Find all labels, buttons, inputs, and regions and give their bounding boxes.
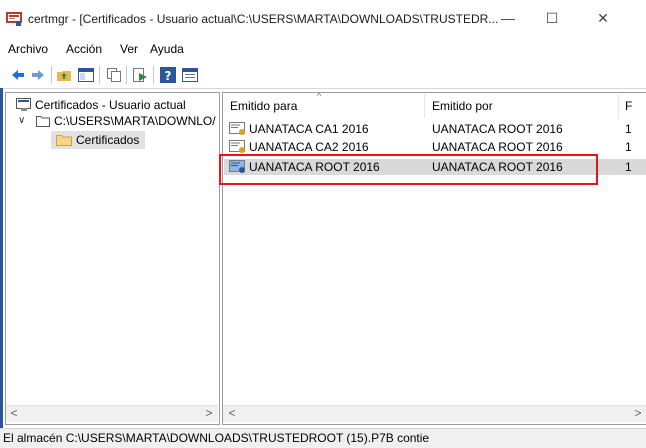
help-icon[interactable]: ? xyxy=(160,67,176,83)
menu-archivo[interactable]: Archivo xyxy=(8,42,48,56)
cell-expiration: 1 xyxy=(625,140,632,154)
forward-arrow-icon[interactable] xyxy=(30,67,46,83)
cell-issued-by: UANATACA ROOT 2016 xyxy=(432,122,563,136)
copy-icon[interactable] xyxy=(106,67,122,83)
table-row[interactable]: UANATACA CA2 2016 UANATACA ROOT 2016 1 xyxy=(224,139,646,155)
column-header-issued-by[interactable]: Emitido por xyxy=(432,94,493,118)
tree-item-certificados[interactable]: Certificados xyxy=(76,133,139,147)
export-icon[interactable] xyxy=(132,67,148,83)
scroll-left-icon[interactable]: < xyxy=(224,405,240,421)
list-hscrollbar[interactable] xyxy=(223,405,646,422)
column-divider[interactable] xyxy=(618,94,619,118)
folder-icon xyxy=(36,116,50,127)
certificate-icon xyxy=(229,122,245,135)
close-button[interactable]: ✕ xyxy=(583,6,623,30)
cell-expiration: 1 xyxy=(625,122,632,136)
toolbar xyxy=(0,62,646,89)
tree-item-store[interactable]: C:\USERS\MARTA\DOWNLO/ xyxy=(54,114,218,128)
cell-expiration: 1 xyxy=(625,160,632,174)
scroll-right-icon[interactable]: > xyxy=(201,405,217,421)
cell-issued-to: UANATACA CA1 2016 xyxy=(249,122,369,136)
certmgr-app-icon xyxy=(6,12,22,26)
toolbar-separator xyxy=(126,66,127,84)
chevron-down-icon[interactable]: ∨ xyxy=(18,115,25,126)
menu-ayuda[interactable]: Ayuda xyxy=(150,42,184,56)
column-header-expiration[interactable]: F xyxy=(625,94,632,118)
status-text: El almacén C:\USERS\MARTA\DOWNLOADS\TRUS… xyxy=(3,431,430,445)
toolbar-separator xyxy=(153,66,154,84)
show-tree-icon[interactable] xyxy=(78,67,94,83)
table-row[interactable]: UANATACA CA1 2016 UANATACA ROOT 2016 1 xyxy=(224,121,646,137)
maximize-button[interactable]: ☐ xyxy=(532,6,572,30)
folder-icon xyxy=(56,135,72,146)
minimize-button[interactable]: — xyxy=(488,6,528,30)
tree-hscrollbar[interactable] xyxy=(6,405,218,422)
window-title: certmgr - [Certificados - Usuario actual… xyxy=(28,12,499,26)
cell-issued-by: UANATACA ROOT 2016 xyxy=(432,140,563,154)
tree-item-root[interactable]: Certificados - Usuario actual xyxy=(35,98,186,112)
toolbar-separator xyxy=(99,66,100,84)
column-divider[interactable] xyxy=(424,94,425,118)
toolbar-separator xyxy=(51,66,52,84)
menu-ver[interactable]: Ver xyxy=(120,42,138,56)
up-folder-icon[interactable] xyxy=(56,67,72,83)
cell-issued-to: UANATACA CA2 2016 xyxy=(249,140,369,154)
certificate-store-icon xyxy=(16,98,31,111)
highlight-box xyxy=(219,154,598,185)
menu-accion[interactable]: Acción xyxy=(66,42,102,56)
window-accent-stripe xyxy=(0,88,3,428)
certificate-icon xyxy=(229,140,245,153)
sort-ascending-icon: ^ xyxy=(317,91,322,101)
column-header-issued-to[interactable]: Emitido para xyxy=(230,94,297,118)
properties-icon[interactable] xyxy=(182,67,198,83)
scroll-right-icon[interactable]: > xyxy=(630,405,646,421)
scroll-left-icon[interactable]: < xyxy=(6,405,22,421)
svg-text:?: ? xyxy=(165,69,172,83)
back-arrow-icon[interactable] xyxy=(10,67,26,83)
